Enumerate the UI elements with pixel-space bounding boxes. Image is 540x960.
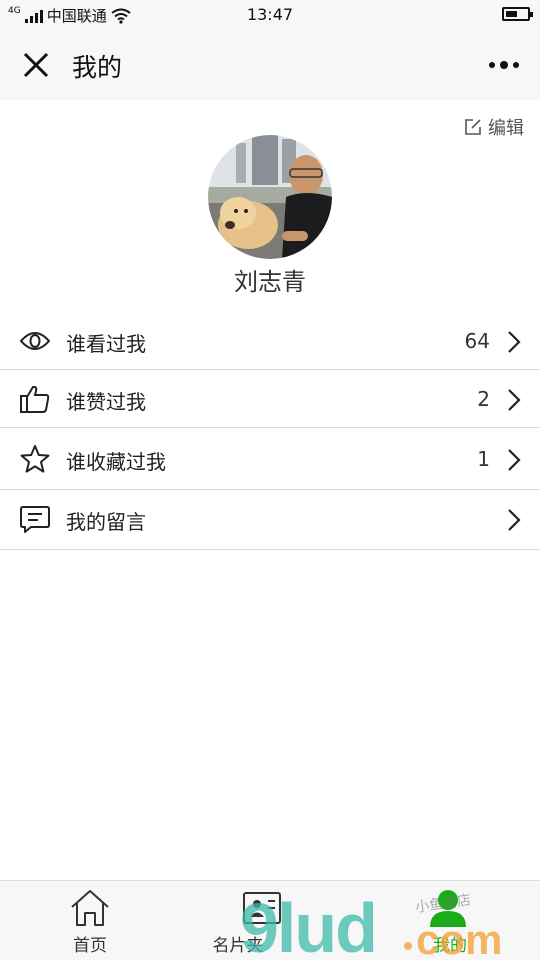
tab-label: 名片夹: [212, 936, 264, 956]
battery-icon: [502, 7, 533, 21]
profile-icon: [430, 890, 466, 927]
more-icon[interactable]: [486, 50, 522, 80]
tab-mine[interactable]: 我的: [360, 881, 540, 960]
chevron-right-icon: [508, 449, 521, 471]
menu-item-label: 谁看过我: [66, 332, 146, 356]
menu-list: 谁看过我 64 谁赞过我 2 谁收藏过我 1 我的留言: [0, 312, 540, 550]
menu-item-liked-me[interactable]: 谁赞过我 2: [0, 370, 540, 428]
bottom-tab-bar: 首页 名片夹 我的: [0, 880, 540, 960]
tab-card-holder[interactable]: 名片夹: [180, 881, 360, 960]
top-nav: 我的: [0, 30, 540, 100]
close-icon[interactable]: [18, 47, 54, 83]
eye-icon: [19, 332, 51, 350]
message-icon: [20, 506, 50, 533]
edit-label: 编辑: [488, 118, 524, 139]
edit-icon: [465, 119, 481, 135]
menu-item-viewed-me[interactable]: 谁看过我 64: [0, 312, 540, 370]
user-name: 刘志青: [234, 268, 306, 296]
star-icon: [20, 445, 50, 473]
clock: 13:47: [246, 5, 294, 24]
menu-item-label: 谁收藏过我: [66, 450, 166, 474]
chevron-right-icon: [508, 331, 521, 353]
thumbs-up-icon: [20, 385, 50, 413]
contact-card-icon: [243, 892, 281, 924]
chevron-right-icon: [508, 509, 521, 531]
home-icon: [71, 890, 109, 926]
menu-item-label: 谁赞过我: [66, 390, 146, 414]
menu-item-my-messages[interactable]: 我的留言: [0, 490, 540, 550]
menu-item-label: 我的留言: [66, 510, 146, 534]
status-bar: 4G 中国联通 13:47: [0, 0, 540, 30]
tab-label: 我的: [433, 936, 467, 956]
chevron-right-icon: [508, 389, 521, 411]
menu-item-count: 64: [464, 329, 490, 353]
menu-item-count: 1: [477, 447, 490, 471]
page-title: 我的: [72, 53, 123, 82]
avatar[interactable]: [208, 135, 332, 259]
menu-item-favorited-me[interactable]: 谁收藏过我 1: [0, 428, 540, 490]
edit-profile-button[interactable]: 编辑: [464, 114, 524, 140]
menu-item-count: 2: [477, 387, 490, 411]
